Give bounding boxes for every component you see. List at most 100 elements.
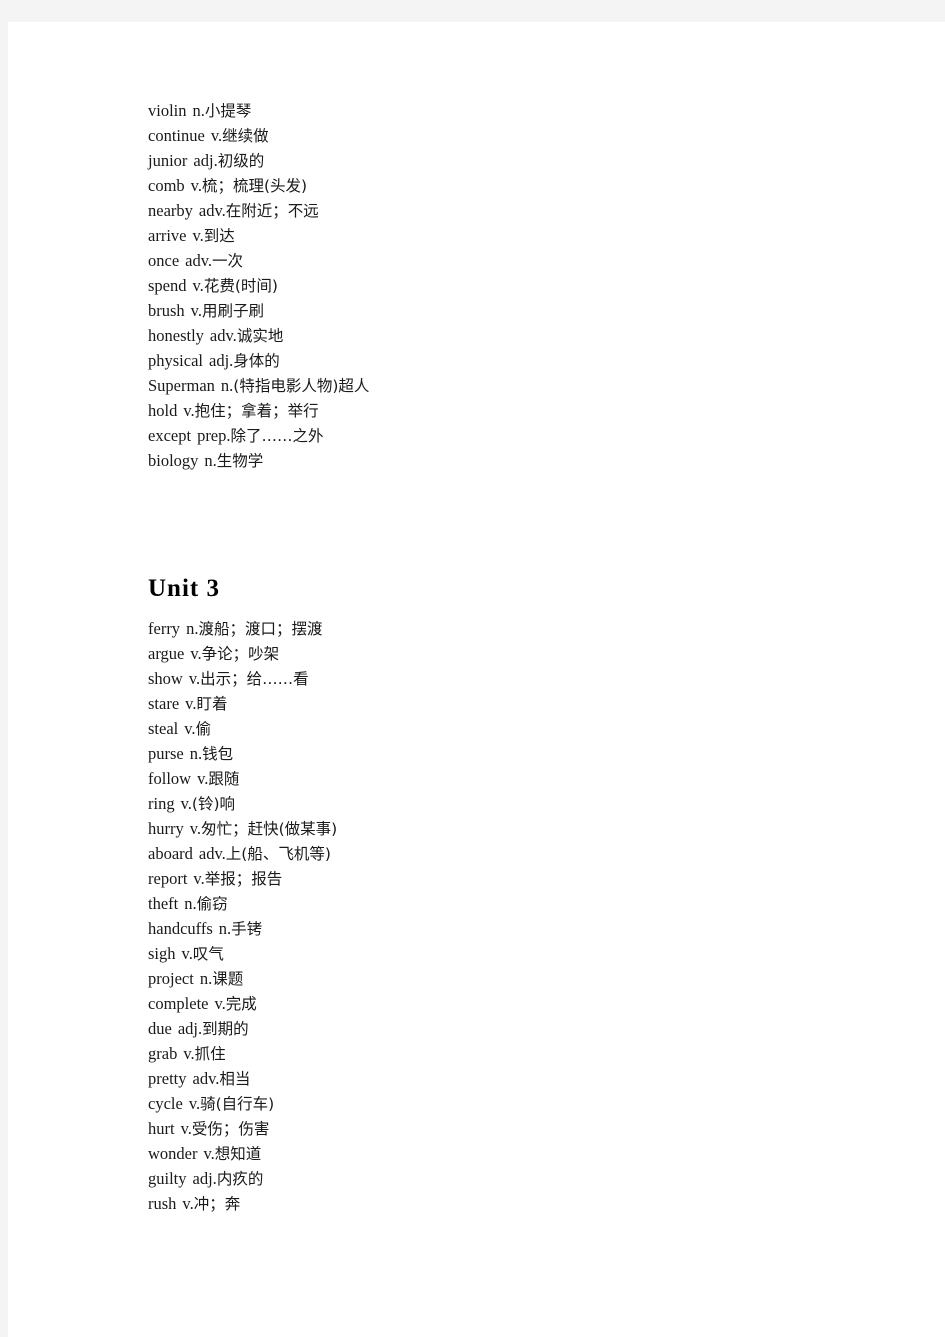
entry-gloss: 盯着 [196, 695, 228, 713]
entry-part-of-speech: n. [204, 451, 217, 470]
entry-part-of-speech: adv. [192, 1069, 220, 1088]
vocabulary-entry: honestly adv.诚实地 [148, 323, 848, 348]
entry-part-of-speech: v. [180, 1119, 192, 1138]
vocabulary-entry: physical adj.身体的 [148, 348, 848, 373]
vocabulary-entry: argue v.争论；吵架 [148, 641, 848, 666]
entry-word: cycle [148, 1094, 183, 1113]
entry-part-of-speech: v. [190, 301, 202, 320]
entry-part-of-speech: prep. [197, 426, 231, 445]
entry-gloss: 骑(自行车) [200, 1095, 275, 1113]
vocabulary-section-unit-3: Unit 3 ferry n.渡船；渡口；摆渡 argue v.争论；吵架 show v.… [148, 574, 848, 1216]
vocabulary-entry: follow v.跟随 [148, 766, 848, 791]
entry-gloss: 完成 [225, 995, 257, 1013]
entry-word: arrive [148, 226, 187, 245]
vocabulary-section-continued: violin n.小提琴 continue v.继续做 junior adj.初级的 com… [148, 98, 848, 473]
entry-part-of-speech: v. [192, 226, 204, 245]
entry-part-of-speech: adv. [209, 326, 237, 345]
vocabulary-entry: arrive v.到达 [148, 223, 848, 248]
vocabulary-entry: hold v.抱住；拿着；举行 [148, 398, 848, 423]
vocabulary-entry: violin n.小提琴 [148, 98, 848, 123]
entry-part-of-speech: v. [210, 126, 223, 145]
vocabulary-entry: except prep.除了……之外 [148, 423, 848, 448]
entry-gloss: 匆忙；赶快(做某事) [201, 820, 338, 838]
entry-word: theft [148, 894, 179, 913]
entry-word: hold [148, 401, 178, 420]
unit-heading: Unit 3 [148, 575, 220, 602]
entry-gloss: 手铐 [231, 920, 263, 938]
entry-gloss: 到期的 [202, 1020, 249, 1038]
entry-gloss: 想知道 [214, 1145, 262, 1163]
document-page: violin n.小提琴 continue v.继续做 junior adj.初级的 com… [8, 22, 945, 1337]
entry-gloss: 在附近；不远 [225, 202, 319, 220]
vocabulary-entry: project n.课题 [148, 966, 848, 991]
entry-gloss: 偷 [195, 720, 212, 738]
entry-gloss: 相当 [219, 1070, 251, 1088]
entry-part-of-speech: v. [192, 276, 204, 295]
entry-word: hurt [148, 1119, 175, 1138]
entry-word: rush [148, 1194, 177, 1213]
entry-part-of-speech: v. [185, 694, 197, 713]
entry-gloss: 诚实地 [236, 327, 284, 345]
entry-part-of-speech: v. [188, 1094, 201, 1113]
entry-part-of-speech: v. [183, 1044, 195, 1063]
entry-gloss: 抓住 [194, 1045, 226, 1063]
entry-gloss: (铃)响 [191, 795, 236, 813]
entry-part-of-speech: adv. [198, 844, 226, 863]
vocabulary-entry: once adv.一次 [148, 248, 848, 273]
entry-word: sigh [148, 944, 176, 963]
entry-gloss: 继续做 [222, 127, 269, 145]
vocabulary-entry: hurt v.受伤；伤害 [148, 1116, 848, 1141]
vocabulary-entry: stare v.盯着 [148, 691, 848, 716]
entry-word: purse [148, 744, 184, 763]
entry-gloss: 抱住；拿着；举行 [194, 402, 319, 420]
entry-word: project [148, 969, 194, 988]
entry-word: hurry [148, 819, 184, 838]
entry-word: due [148, 1019, 172, 1038]
entry-word: violin [148, 101, 187, 120]
entry-part-of-speech: v. [181, 944, 193, 963]
entry-word: honestly [148, 326, 204, 345]
entry-word: guilty [148, 1169, 187, 1188]
vocabulary-entry: sigh v.叹气 [148, 941, 848, 966]
entry-word: argue [148, 644, 185, 663]
entry-word: ring [148, 794, 175, 813]
vocabulary-entry: theft n.偷窃 [148, 891, 848, 916]
vocabulary-entry: comb v.梳；梳理(头发) [148, 173, 848, 198]
entry-word: except [148, 426, 192, 445]
entry-word: show [148, 669, 183, 688]
entry-gloss: 生物学 [216, 452, 264, 470]
entry-gloss: 用刷子刷 [201, 302, 264, 320]
entry-word: complete [148, 994, 209, 1013]
entry-gloss: 叹气 [192, 945, 224, 963]
vocabulary-entry: wonder v.想知道 [148, 1141, 848, 1166]
entry-word: Superman [148, 376, 215, 395]
entry-part-of-speech: v. [188, 669, 201, 688]
entry-gloss: 跟随 [208, 770, 240, 788]
vocabulary-entry: brush v.用刷子刷 [148, 298, 848, 323]
entry-gloss: 初级的 [217, 152, 265, 170]
vocabulary-entry: ring v.(铃)响 [148, 791, 848, 816]
entry-part-of-speech: n. [199, 969, 213, 988]
entry-part-of-speech: v. [197, 769, 209, 788]
entry-part-of-speech: adj. [193, 151, 218, 170]
entry-part-of-speech: v. [190, 176, 202, 195]
entry-part-of-speech: v. [180, 794, 192, 813]
entry-word: junior [148, 151, 188, 170]
vocabulary-entry: handcuffs n.手铐 [148, 916, 848, 941]
entry-gloss: 一次 [212, 252, 244, 270]
vocabulary-entry: due adj.到期的 [148, 1016, 848, 1041]
vocabulary-entry: pretty adv.相当 [148, 1066, 848, 1091]
entry-part-of-speech: v. [189, 819, 202, 838]
entry-part-of-speech: adj. [209, 351, 234, 370]
vocabulary-entry: hurry v.匆忙；赶快(做某事) [148, 816, 848, 841]
vocabulary-entry: cycle v.骑(自行车) [148, 1091, 848, 1116]
entry-part-of-speech: n. [186, 619, 199, 638]
entry-word: brush [148, 301, 185, 320]
entry-gloss: 渡船；渡口；摆渡 [198, 620, 323, 638]
entry-part-of-speech: v. [190, 644, 202, 663]
entry-part-of-speech: n. [189, 744, 203, 763]
vocabulary-list: ferry n.渡船；渡口；摆渡 argue v.争论；吵架 show v.出示；给……看… [148, 616, 848, 1216]
entry-word: grab [148, 1044, 178, 1063]
entry-part-of-speech: n. [218, 919, 232, 938]
entry-word: comb [148, 176, 185, 195]
